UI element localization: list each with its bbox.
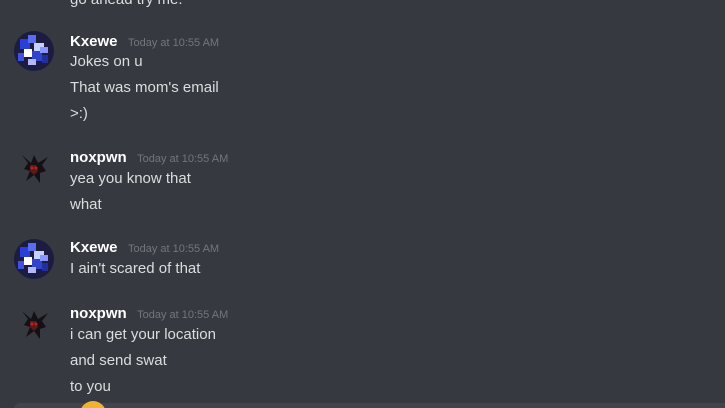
message-header: noxpwn Today at 10:55 AM <box>70 147 228 169</box>
message-line: yea you know that <box>70 170 191 187</box>
message-line: Jokes on u <box>70 53 143 70</box>
message-line-partial: go ahead try me. <box>70 0 183 10</box>
avatar-noxpwn[interactable] <box>14 149 54 189</box>
message-header: Kxewe Today at 10:55 AM <box>70 31 219 53</box>
username[interactable]: Kxewe <box>70 239 118 256</box>
avatar-kxewe[interactable] <box>14 239 54 279</box>
timestamp: Today at 10:55 AM <box>127 37 220 49</box>
message-input-edge[interactable] <box>14 403 725 408</box>
message-header: noxpwn Today at 10:55 AM <box>70 303 228 325</box>
chat-messages: go ahead try me. Kxewe Today at 10:55 AM… <box>0 0 725 408</box>
message-line: i can get your location <box>70 326 216 343</box>
timestamp: Today at 10:55 AM <box>137 153 229 165</box>
message-line: to you <box>70 378 111 395</box>
timestamp: Today at 10:55 AM <box>127 243 220 255</box>
message-line: I ain't scared of that <box>70 260 201 277</box>
username[interactable]: Kxewe <box>70 33 118 50</box>
username[interactable]: noxpwn <box>70 149 127 166</box>
avatar-noxpwn[interactable] <box>14 305 54 345</box>
username[interactable]: noxpwn <box>70 305 127 322</box>
message-header: Kxewe Today at 10:55 AM <box>70 237 219 259</box>
message-line: That was mom's email <box>70 79 219 96</box>
message-line: what <box>70 196 102 213</box>
message-line: and send swat <box>70 352 167 369</box>
timestamp: Today at 10:55 AM <box>137 309 229 321</box>
message-line: >:) <box>70 105 88 122</box>
avatar-kxewe[interactable] <box>14 31 54 71</box>
